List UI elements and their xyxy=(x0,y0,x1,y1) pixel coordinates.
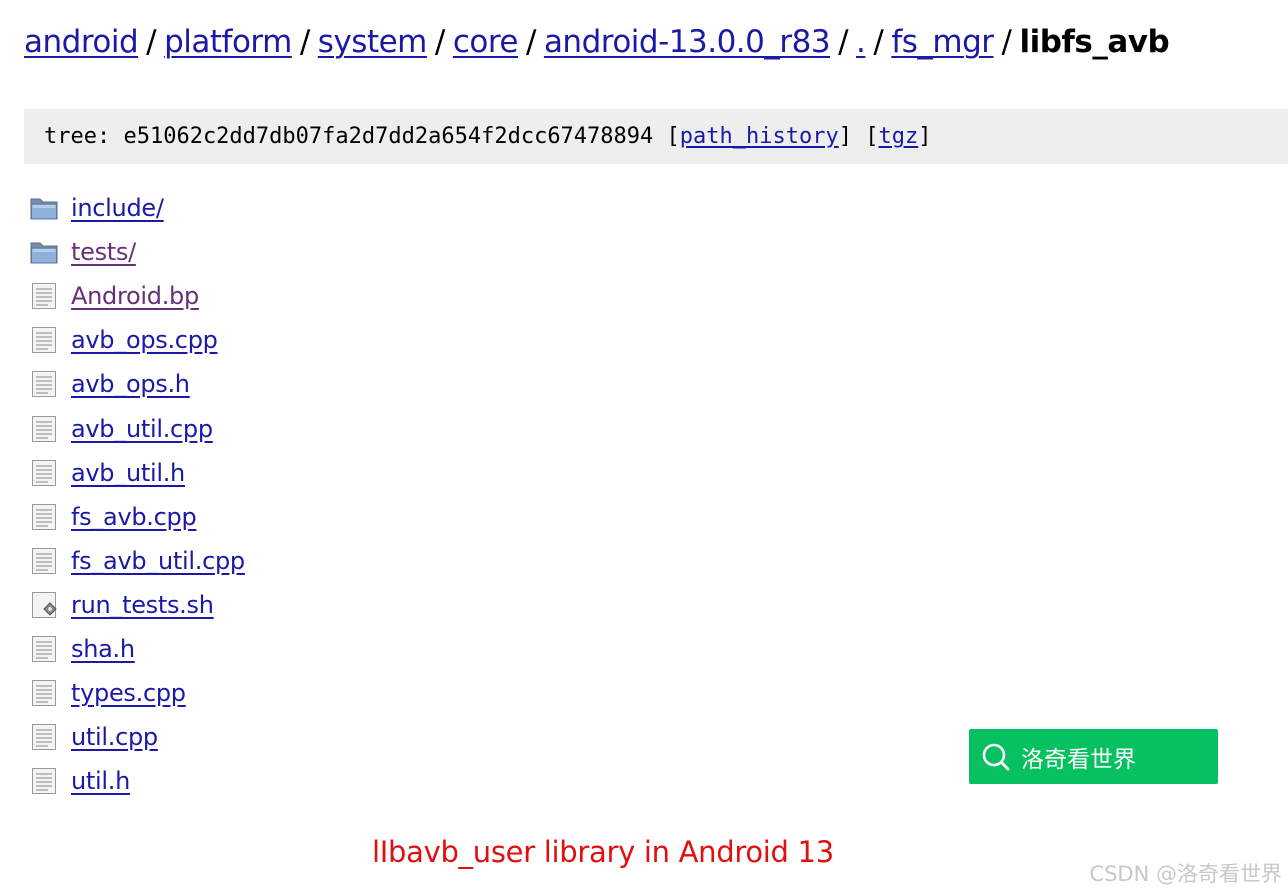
file-icon xyxy=(30,459,58,487)
file-list-item: fs_avb_util.cpp xyxy=(30,539,245,583)
file-list-item: avb_util.h xyxy=(30,451,245,495)
breadcrumb-separator: / xyxy=(434,24,445,60)
folder-icon xyxy=(30,194,58,222)
file-icon xyxy=(30,370,58,398)
folder-icon xyxy=(30,238,58,266)
script-icon xyxy=(30,591,58,619)
file-icon xyxy=(30,326,58,354)
search-button[interactable]: 洛奇看世界 xyxy=(969,729,1218,784)
file-list-item: util.h xyxy=(30,759,245,803)
search-button-label: 洛奇看世界 xyxy=(1021,746,1136,773)
tgz-link[interactable]: tgz xyxy=(878,124,918,149)
breadcrumb-link-root[interactable]: . xyxy=(856,24,866,60)
file-link[interactable]: avb_util.cpp xyxy=(71,415,213,443)
file-link[interactable]: sha.h xyxy=(71,635,135,663)
file-icon xyxy=(30,282,58,310)
metabar-bracket: ] xyxy=(918,124,932,149)
file-list-item: avb_ops.h xyxy=(30,362,245,406)
watermark: CSDN @洛奇看世界 xyxy=(1089,862,1282,886)
tree-metadata-bar: tree: e51062c2dd7db07fa2d7dd2a654f2dcc67… xyxy=(24,109,1288,164)
tree-hash: tree: e51062c2dd7db07fa2d7dd2a654f2dcc67… xyxy=(44,124,680,149)
breadcrumb-link-android[interactable]: android xyxy=(24,24,139,60)
file-icon xyxy=(30,503,58,531)
file-list-item: types.cpp xyxy=(30,671,245,715)
file-icon xyxy=(30,723,58,751)
breadcrumb-separator: / xyxy=(873,24,884,60)
file-icon xyxy=(30,767,58,795)
file-list-item: Android.bp xyxy=(30,274,245,318)
file-link[interactable]: include/ xyxy=(71,194,164,222)
file-list-item: include/ xyxy=(30,186,245,230)
breadcrumb-current: libfs_avb xyxy=(1019,24,1170,60)
file-link[interactable]: tests/ xyxy=(71,238,136,266)
breadcrumb-link-system[interactable]: system xyxy=(318,24,428,60)
file-link[interactable]: Android.bp xyxy=(71,282,199,310)
breadcrumb-separator: / xyxy=(1001,24,1012,60)
file-list-item: sha.h xyxy=(30,627,245,671)
file-link[interactable]: util.h xyxy=(71,767,130,795)
figure-caption: lIbavb_user library in Android 13 xyxy=(372,835,834,869)
breadcrumb-link-fs-mgr[interactable]: fs_mgr xyxy=(891,24,994,60)
breadcrumb-link-platform[interactable]: platform xyxy=(164,24,292,60)
path-history-link[interactable]: path_history xyxy=(680,124,839,149)
file-icon xyxy=(30,635,58,663)
breadcrumb-separator: / xyxy=(146,24,157,60)
file-link[interactable]: fs_avb.cpp xyxy=(71,503,197,531)
breadcrumb-link-branch[interactable]: android-13.0.0_r83 xyxy=(544,24,831,60)
file-list-item: tests/ xyxy=(30,230,245,274)
file-list-item: fs_avb.cpp xyxy=(30,495,245,539)
file-list-item: avb_util.cpp xyxy=(30,406,245,450)
search-icon xyxy=(982,743,1010,770)
file-link[interactable]: fs_avb_util.cpp xyxy=(71,547,245,575)
file-link[interactable]: avb_ops.cpp xyxy=(71,326,218,354)
file-list-item: avb_ops.cpp xyxy=(30,318,245,362)
file-link[interactable]: types.cpp xyxy=(71,679,186,707)
breadcrumb: android / platform / system / core / android-13.… xyxy=(24,24,1170,60)
breadcrumb-separator: / xyxy=(838,24,849,60)
file-icon xyxy=(30,547,58,575)
file-link[interactable]: run_tests.sh xyxy=(71,591,214,619)
file-icon xyxy=(30,415,58,443)
breadcrumb-separator: / xyxy=(525,24,536,60)
file-list-item: run_tests.sh xyxy=(30,583,245,627)
breadcrumb-link-core[interactable]: core xyxy=(453,24,519,60)
file-list: include/tests/Android.bp avb_ops.cpp avb_o… xyxy=(30,186,245,803)
file-link[interactable]: util.cpp xyxy=(71,723,158,751)
file-list-item: util.cpp xyxy=(30,715,245,759)
file-link[interactable]: avb_ops.h xyxy=(71,370,190,398)
breadcrumb-separator: / xyxy=(299,24,310,60)
metabar-bracket: ] [ xyxy=(838,124,879,149)
file-link[interactable]: avb_util.h xyxy=(71,459,185,487)
file-icon xyxy=(30,679,58,707)
